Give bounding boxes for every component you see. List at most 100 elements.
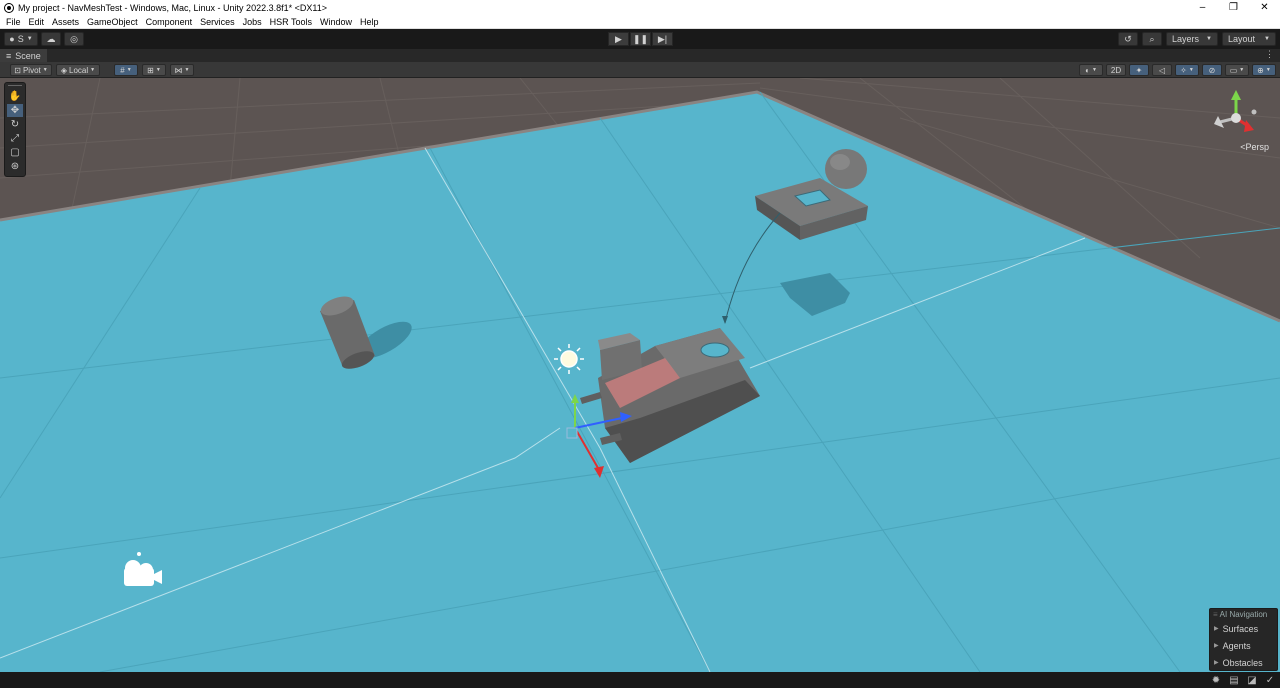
increment-snap-icon: ⊞ — [147, 65, 154, 75]
menu-bar: File Edit Assets GameObject Component Se… — [0, 15, 1280, 29]
menu-edit[interactable]: Edit — [29, 17, 45, 27]
tab-scene-label: Scene — [15, 50, 41, 61]
progress-icon[interactable]: ◪ — [1246, 674, 1258, 686]
chevron-down-icon: ▼ — [126, 67, 132, 73]
chevron-right-icon: ▶ — [1214, 626, 1219, 632]
account-dropdown[interactable]: ● S ▼ — [4, 32, 38, 46]
draw-mode-dropdown[interactable]: ◐ ▼ — [1079, 64, 1103, 76]
step-button[interactable]: ▶| — [652, 32, 673, 46]
snap-settings-icon: ⋈ — [174, 65, 183, 75]
pivot-label: Pivot — [22, 65, 41, 75]
pause-button[interactable]: ❚❚ — [630, 32, 651, 46]
undo-history-button[interactable]: ↺ — [1118, 32, 1138, 46]
ai-nav-item-surfaces[interactable]: ▶ Surfaces — [1210, 620, 1277, 637]
ai-nav-item-label: Agents — [1222, 640, 1251, 651]
pivot-dropdown[interactable]: ⊡ Pivot ▼ — [10, 64, 52, 76]
hand-tool-button[interactable]: ✋ — [7, 90, 23, 103]
chevron-down-icon: ▼ — [1264, 36, 1270, 42]
cloud-button[interactable]: ☁ — [41, 32, 61, 46]
main-toolbar: ● S ▼ ☁ ◎ ▶ ❚❚ ▶| ↺ ⌕ Layers ▼ Layout ▼ — [0, 29, 1280, 49]
orientation-gizmo[interactable] — [1206, 88, 1266, 148]
scene-tab-bar: ≡ Scene ⋮ — [0, 49, 1280, 62]
transform-tool-button[interactable]: ⊛ — [7, 160, 23, 173]
menu-services[interactable]: Services — [200, 17, 235, 27]
pivot-icon: ⊡ — [14, 65, 21, 75]
camera-dropdown[interactable]: ▭ ▼ — [1225, 64, 1249, 76]
increment-snap-button[interactable]: ⊞ ▼ — [142, 64, 166, 76]
chevron-down-icon: ▼ — [26, 36, 33, 42]
hidden-objects-toggle[interactable]: ⊘ — [1202, 64, 1222, 76]
menu-gameobject[interactable]: GameObject — [87, 17, 138, 27]
more-options-icon[interactable]: ⋮ — [1265, 49, 1274, 60]
menu-assets[interactable]: Assets — [52, 17, 79, 27]
ai-navigation-overlay: ≡ AI Navigation ▶ Surfaces ▶ Agents ▶ Ob… — [1209, 608, 1278, 671]
chevron-down-icon: ▼ — [184, 67, 190, 73]
lightbulb-icon: ✦ — [1135, 65, 1143, 75]
hand-icon: ✋ — [8, 90, 22, 102]
pause-icon: ❚❚ — [632, 33, 649, 44]
effects-dropdown[interactable]: ✧ ▼ — [1175, 64, 1199, 76]
snap-settings-button[interactable]: ⋈ ▼ — [170, 64, 194, 76]
local-dropdown[interactable]: ◈ Local ▼ — [56, 64, 100, 76]
maximize-button[interactable]: ❐ — [1218, 0, 1249, 15]
speaker-icon: ◁ — [1158, 65, 1166, 75]
sphere-object — [825, 149, 867, 189]
ai-navigation-header[interactable]: ≡ AI Navigation — [1210, 609, 1277, 620]
ai-nav-item-label: Surfaces — [1222, 623, 1259, 634]
title-bar: My project - NavMeshTest - Windows, Mac,… — [0, 0, 1280, 15]
layers-dropdown[interactable]: Layers ▼ — [1166, 32, 1218, 46]
menu-help[interactable]: Help — [360, 17, 379, 27]
menu-window[interactable]: Window — [320, 17, 352, 27]
collab-button[interactable]: ◎ — [64, 32, 84, 46]
perspective-label[interactable]: <Persp — [1240, 142, 1269, 152]
scale-tool-button[interactable]: ⤢ — [7, 132, 23, 145]
tab-scene[interactable]: ≡ Scene — [0, 49, 47, 62]
chevron-down-icon: ▼ — [1091, 67, 1097, 73]
play-button[interactable]: ▶ — [608, 32, 629, 46]
sphere-highlight — [830, 154, 850, 170]
chevron-down-icon: ▼ — [1239, 67, 1245, 73]
step-icon: ▶| — [657, 33, 668, 44]
debug-icon[interactable]: ✹ — [1210, 674, 1222, 686]
gizmos-dropdown[interactable]: ⊕ ▼ — [1252, 64, 1276, 76]
chevron-down-icon: ▼ — [1265, 67, 1271, 73]
lighting-toggle[interactable]: ✦ — [1129, 64, 1149, 76]
move-tool-button[interactable]: ✥ — [7, 103, 23, 117]
chevron-right-icon: ▶ — [1214, 643, 1219, 649]
play-icon: ▶ — [615, 33, 622, 44]
rotate-tool-button[interactable]: ↻ — [7, 118, 23, 131]
2d-label: 2D — [1110, 65, 1122, 75]
grid-snap-button[interactable]: # ▼ — [114, 64, 138, 76]
notifications-icon[interactable]: ✓ — [1264, 674, 1276, 686]
menu-hsr-tools[interactable]: HSR Tools — [270, 17, 312, 27]
audio-toggle[interactable]: ◁ — [1152, 64, 1172, 76]
overlay-grip[interactable] — [8, 85, 22, 88]
rect-icon: ▢ — [10, 146, 20, 158]
menu-jobs[interactable]: Jobs — [243, 17, 262, 27]
account-icon: ● — [9, 34, 15, 44]
rect-tool-button[interactable]: ▢ — [7, 146, 23, 159]
2d-toggle[interactable]: 2D — [1106, 64, 1126, 76]
transform-icon: ⊛ — [10, 160, 20, 172]
camera-icon: ▭ — [1229, 65, 1238, 75]
layout-dropdown[interactable]: Layout ▼ — [1222, 32, 1276, 46]
menu-component[interactable]: Component — [146, 17, 193, 27]
chevron-down-icon: ▼ — [1206, 36, 1212, 42]
status-bar: ✹ ▤ ◪ ✓ — [0, 672, 1280, 688]
ai-nav-item-obstacles[interactable]: ▶ Obstacles — [1210, 654, 1277, 671]
scene-render — [0, 78, 1280, 672]
search-icon: ⌕ — [1149, 33, 1155, 44]
gizmos-icon: ⊕ — [1257, 65, 1264, 75]
history-icon: ↺ — [1124, 33, 1132, 44]
scene-viewport[interactable] — [0, 78, 1280, 672]
rotate-icon: ↻ — [10, 118, 20, 130]
effects-icon: ✧ — [1180, 65, 1187, 75]
search-button[interactable]: ⌕ — [1142, 32, 1162, 46]
menu-file[interactable]: File — [6, 17, 21, 27]
ai-nav-item-agents[interactable]: ▶ Agents — [1210, 637, 1277, 654]
move-icon: ✥ — [10, 104, 20, 116]
cache-server-icon[interactable]: ▤ — [1228, 674, 1240, 686]
close-button[interactable]: ✕ — [1249, 0, 1280, 15]
layout-label: Layout — [1228, 34, 1256, 44]
minimize-button[interactable]: – — [1187, 0, 1218, 15]
